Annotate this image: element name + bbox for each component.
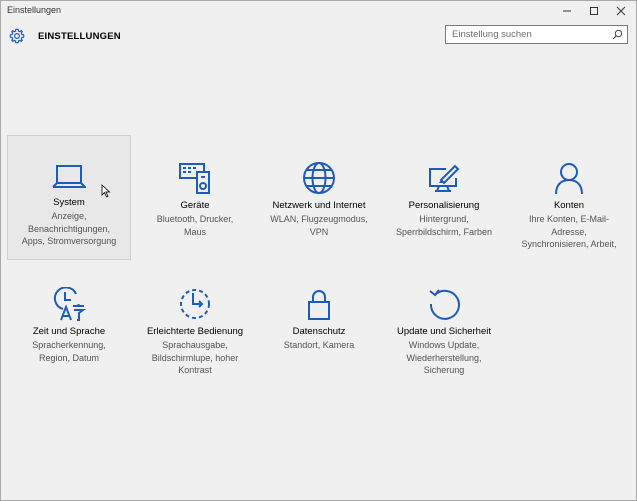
search-box[interactable] (445, 25, 628, 44)
tile-ease-of-access[interactable]: Erleichterte Bedienung Sprachausgabe, Bil… (133, 287, 257, 377)
person-icon (555, 163, 583, 195)
settings-header: EINSTELLUNGEN (1, 21, 636, 53)
tile-label: Datenschutz (292, 326, 346, 337)
tile-label: Zeit und Sprache (32, 326, 106, 337)
tile-description: Bluetooth, Drucker, Maus (156, 214, 234, 237)
close-button[interactable] (608, 1, 634, 21)
tile-description: Windows Update, Wiederherstellung, Sicheru… (406, 340, 482, 375)
devices-icon (179, 163, 210, 194)
search-input[interactable] (452, 27, 602, 42)
window-title: Einstellungen (7, 5, 62, 15)
tile-label: Konten (553, 200, 585, 211)
maximize-icon (590, 7, 598, 15)
tile-description: Standort, Kamera (283, 340, 355, 350)
tile-system[interactable]: System Anzeige, Benachrichtigungen, Apps, … (7, 135, 131, 260)
tile-accounts[interactable]: Konten Ihre Konten, E-Mail- Adresse, Synch… (507, 161, 631, 251)
tile-description: Spracherkennung, Region, Datum (32, 340, 106, 363)
search-icon[interactable] (612, 29, 623, 40)
tile-description: Anzeige, Benachrichtigungen, Apps, Stromve… (21, 211, 117, 246)
tile-label: Geräte (180, 200, 210, 211)
maximize-button[interactable] (581, 1, 607, 21)
laptop-icon (52, 165, 86, 188)
settings-window: Einstellungen EINSTELLUNGEN Einstellung … (0, 0, 637, 501)
lock-icon (308, 290, 330, 320)
title-bar: Einstellungen (1, 1, 636, 21)
tile-time-language[interactable]: Zeit und Sprache Spracherkennung, Region,… (7, 287, 131, 364)
tile-label: Personalisierung (408, 200, 480, 211)
tile-description: WLAN, Flugzeugmodus, VPN (270, 214, 368, 237)
tile-update-security[interactable]: Update und Sicherheit Windows Update, Wie… (382, 287, 506, 377)
tile-label: System (53, 197, 85, 208)
tile-devices[interactable]: Geräte Bluetooth, Drucker, Maus (133, 161, 257, 238)
tile-personalization[interactable]: Personalisierung Hintergrund, Sperrbildsc… (382, 161, 506, 238)
tile-description: Sprachausgabe, Bildschirmlupe, hoher Kontr… (151, 340, 239, 375)
personalization-icon (429, 164, 460, 192)
tile-privacy[interactable]: Datenschutz Standort, Kamera (257, 287, 381, 352)
tile-label: Netzwerk und Internet (272, 200, 366, 211)
globe-icon (303, 162, 335, 194)
minimize-icon (563, 10, 571, 12)
tile-description: Hintergrund, Sperrbildschirm, Farben (395, 214, 493, 237)
page-title: EINSTELLUNGEN (38, 31, 121, 42)
tile-network[interactable]: Netzwerk und Internet WLAN, Flugzeugmodu… (257, 161, 381, 238)
ease-of-access-icon (180, 289, 210, 319)
time-language-icon (53, 287, 86, 321)
close-icon (616, 6, 626, 16)
tile-label: Update und Sicherheit (396, 326, 491, 337)
mouse-pointer-icon (101, 184, 111, 198)
update-icon (429, 289, 460, 320)
tile-label: Erleichterte Bedienung (146, 326, 244, 337)
gear-icon (9, 28, 25, 44)
minimize-button[interactable] (554, 1, 580, 21)
tile-description: Ihre Konten, E-Mail- Adresse, Synchronisie… (521, 214, 617, 249)
